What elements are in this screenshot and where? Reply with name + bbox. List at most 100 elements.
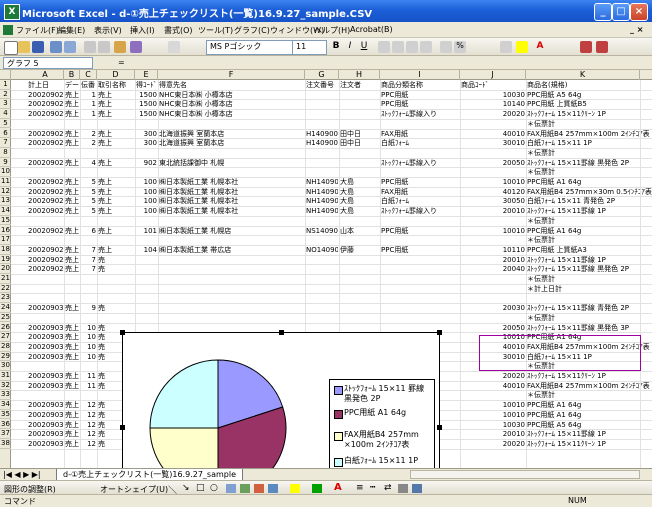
data-cell[interactable]: 売上 — [98, 246, 134, 254]
header-cell[interactable]: 伝番 — [81, 81, 96, 89]
data-cell[interactable]: 売 — [98, 265, 134, 273]
data-cell[interactable]: PPC用紙 — [381, 227, 459, 235]
data-cell[interactable]: ｽﾄｯｸﾌｫｰﾑ 15×11罫線 1P — [527, 256, 652, 264]
data-cell[interactable]: ㈱日本製紙工業 札幌店 — [159, 227, 304, 235]
data-cell[interactable]: ＊伝票計 — [527, 168, 652, 176]
align-center-icon[interactable] — [392, 41, 404, 53]
data-cell[interactable]: PPC用紙 — [381, 246, 459, 254]
data-cell[interactable]: 北海道振興 室蘭本店 — [159, 139, 304, 147]
data-cell[interactable]: 20020 — [461, 372, 525, 380]
data-cell[interactable]: 売上 — [65, 401, 79, 409]
data-cell[interactable]: NH14090001 — [306, 207, 338, 215]
data-cell[interactable]: 100 — [136, 207, 157, 215]
data-cell[interactable]: 20020903 — [28, 421, 63, 429]
data-cell[interactable]: 1500 — [136, 91, 157, 99]
menu-help[interactable]: ヘルプ(H) — [314, 25, 350, 36]
print-icon[interactable] — [50, 41, 62, 53]
data-cell[interactable]: 売上 — [65, 440, 79, 448]
data-cell[interactable]: 売上 — [65, 333, 79, 341]
data-cell[interactable]: 売上 — [65, 343, 79, 351]
currency-icon[interactable] — [440, 41, 452, 53]
data-cell[interactable]: 20020 — [461, 110, 525, 118]
data-cell[interactable]: FAX用紙 — [381, 188, 459, 196]
maximize-button[interactable]: □ — [612, 3, 630, 21]
data-cell[interactable]: 100 — [136, 197, 157, 205]
format-painter-icon[interactable] — [130, 41, 142, 53]
data-cell[interactable]: 20020903 — [28, 372, 63, 380]
arrow-icon[interactable]: ↘ — [182, 483, 190, 493]
data-cell[interactable]: 4 — [81, 159, 96, 167]
data-cell[interactable]: ＊伝票計 — [527, 120, 652, 128]
data-cell[interactable]: 20020902 — [28, 227, 63, 235]
underline-icon[interactable]: U — [358, 41, 370, 53]
header-cell[interactable]: 商品分類名称 — [381, 81, 459, 89]
data-cell[interactable]: 売上 — [65, 430, 79, 438]
data-cell[interactable]: 20020903 — [28, 343, 63, 351]
data-cell[interactable]: ｽﾄｯｸﾌｫｰﾑ 15×11罫線 1P — [527, 207, 652, 215]
line-color-icon[interactable] — [312, 484, 322, 493]
menu-acrobat[interactable]: Acrobat(B) — [350, 25, 393, 34]
data-cell[interactable]: 100 — [136, 188, 157, 196]
header-cell[interactable]: 得ｺｰﾄﾞ — [136, 81, 157, 89]
data-cell[interactable]: 売上 — [98, 197, 134, 205]
image-icon[interactable] — [268, 484, 278, 493]
data-cell[interactable]: PPC用紙 — [381, 178, 459, 186]
data-cell[interactable]: 20050 — [461, 324, 525, 332]
preview-icon[interactable] — [64, 41, 76, 53]
data-cell[interactable]: 20020902 — [28, 139, 63, 147]
data-cell[interactable]: ｽﾄｯｸﾌｫｰﾑ 15×11ｸﾘｰﾝ 1P — [527, 110, 652, 118]
data-cell[interactable]: 白紙ﾌｫｰﾑ 15×11 1P — [527, 139, 652, 147]
horizontal-scrollbar[interactable] — [410, 470, 640, 479]
data-cell[interactable]: 5 — [81, 188, 96, 196]
data-cell[interactable]: 大島 — [340, 178, 379, 186]
data-cell[interactable]: ｽﾄｯｸﾌｫｰﾑ 15×11ｸﾘｰﾝ 1P — [527, 372, 652, 380]
textbox-icon[interactable] — [226, 484, 236, 493]
data-cell[interactable]: 20020902 — [28, 91, 63, 99]
data-cell[interactable]: PPC用紙 A1 64g — [527, 401, 652, 409]
data-cell[interactable]: 売上 — [65, 246, 79, 254]
data-cell[interactable]: 20010 — [461, 256, 525, 264]
data-cell[interactable]: 20020 — [461, 440, 525, 448]
data-cell[interactable]: 東北統括課御中 札幌 — [159, 159, 304, 167]
cut-icon[interactable] — [84, 41, 96, 53]
menu-insert[interactable]: 挿入(I) — [130, 25, 155, 36]
data-cell[interactable]: 20050 — [461, 159, 525, 167]
resize-handle-mr[interactable] — [437, 425, 442, 430]
data-cell[interactable]: 300 — [136, 130, 157, 138]
data-cell[interactable]: 10110 — [461, 246, 525, 254]
data-cell[interactable]: 10 — [81, 333, 96, 341]
data-cell[interactable]: 20030 — [461, 304, 525, 312]
data-cell[interactable]: 白紙ﾌｫｰﾑ — [381, 197, 459, 205]
data-cell[interactable]: 12 — [81, 401, 96, 409]
font-name-select[interactable]: MS Pゴシック — [206, 40, 293, 55]
data-cell[interactable]: 売 — [98, 304, 134, 312]
data-cell[interactable]: ｽﾄｯｸﾌｫｰﾑ 15×11罫線 黒発色 2P — [527, 265, 652, 273]
data-cell[interactable]: 売上 — [98, 100, 134, 108]
data-cell[interactable]: 売上 — [65, 100, 79, 108]
data-cell[interactable]: ㈱日本製紙工業 帯広店 — [159, 246, 304, 254]
line-style-icon[interactable]: ≡ — [356, 483, 364, 493]
worksheet-grid[interactable]: ABCDEFGHIJK 1 2 3 4 5 6 7 8 9 10 11 12 13 14 15 16 17 18 1… — [0, 70, 652, 468]
data-cell[interactable]: ＊伝票計 — [527, 149, 652, 157]
data-cell[interactable]: 20020902 — [28, 100, 63, 108]
data-cell[interactable]: 大島 — [340, 188, 379, 196]
data-cell[interactable]: 売上 — [65, 91, 79, 99]
data-cell[interactable]: H14090001 — [306, 139, 338, 147]
data-cell[interactable]: NO14090001 — [306, 246, 338, 254]
data-cell[interactable]: 10140 — [461, 100, 525, 108]
menu-edit[interactable]: 編集(E) — [58, 25, 85, 36]
data-cell[interactable]: 大島 — [340, 197, 379, 205]
data-cell[interactable]: 902 — [136, 159, 157, 167]
menu-chart[interactable]: グラフ(C) — [234, 25, 270, 36]
header-cell[interactable]: 商品ｺｰﾄﾞ — [461, 81, 525, 89]
acrobat-email-icon[interactable] — [596, 41, 608, 53]
data-cell[interactable]: 売上 — [65, 256, 79, 264]
workbook-icon[interactable] — [3, 25, 13, 35]
data-cell[interactable]: H14090001 — [306, 130, 338, 138]
data-cell[interactable]: 売 — [98, 256, 134, 264]
data-cell[interactable]: 20020902 — [28, 130, 63, 138]
data-cell[interactable]: 売上 — [65, 110, 79, 118]
data-cell[interactable]: 白紙ﾌｫｰﾑ 15×11 青発色 2P — [527, 197, 652, 205]
pie-slice-3[interactable] — [149, 359, 219, 429]
data-cell[interactable]: 104 — [136, 246, 157, 254]
